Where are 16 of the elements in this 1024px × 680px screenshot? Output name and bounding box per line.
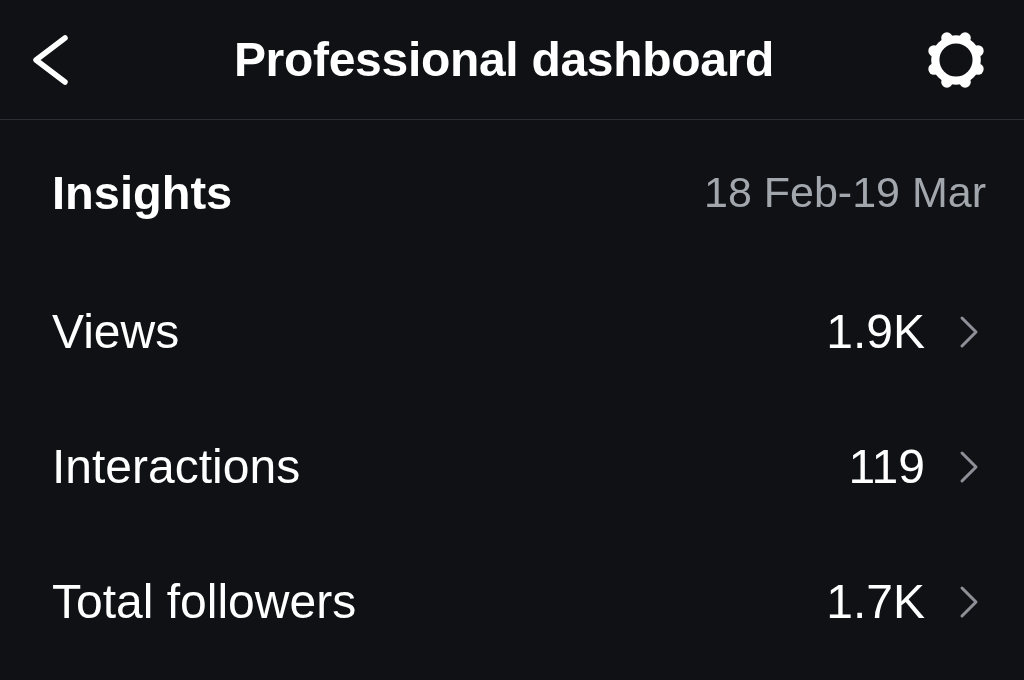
metric-value: 1.9K	[826, 304, 925, 359]
metric-value: 119	[848, 439, 925, 494]
date-range: 18 Feb-19 Mar	[703, 167, 986, 217]
section-title: Insights	[52, 164, 233, 220]
metric-label: Views	[52, 304, 181, 359]
metric-value: 1.7K	[826, 574, 925, 629]
chevron-right-icon[interactable]	[959, 449, 979, 484]
settings-icon	[926, 29, 986, 90]
back-button[interactable]	[32, 34, 68, 85]
page-title: Professional dashboard	[232, 32, 776, 87]
chevron-right-icon[interactable]	[959, 314, 979, 349]
settings-button[interactable]	[926, 29, 986, 90]
back-chevron-icon	[32, 34, 68, 85]
chevron-right-icon[interactable]	[959, 584, 979, 619]
metric-label: Interactions	[52, 439, 302, 494]
metric-label: Total followers	[52, 574, 358, 629]
